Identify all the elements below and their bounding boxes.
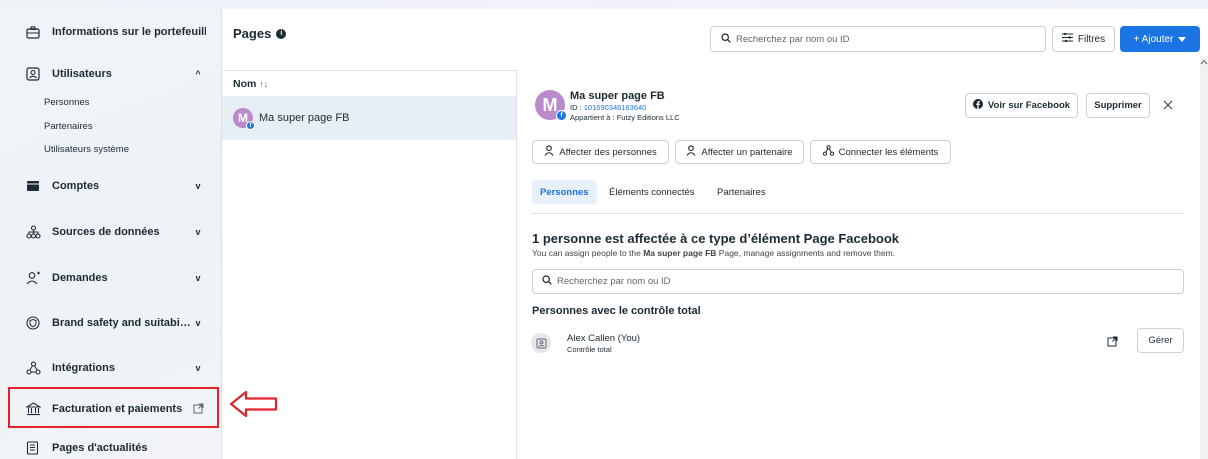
facebook-icon: f	[246, 121, 255, 130]
filter-icon	[1061, 32, 1073, 45]
shield-icon	[26, 315, 48, 331]
tabs-divider	[532, 213, 1184, 214]
sidebar-item-label: Demandes	[52, 272, 108, 284]
data-sources-icon	[26, 224, 48, 240]
person-icon	[686, 145, 696, 159]
column-header-name[interactable]: Nom ↑↓	[233, 78, 268, 90]
page-name: Ma super page FB	[259, 112, 350, 124]
sidebar-item-users[interactable]: Utilisateurs ^	[10, 60, 206, 88]
chevron-down-icon[interactable]: v	[190, 318, 206, 328]
sidebar-item-label: Sources de données	[52, 226, 160, 238]
search-icon	[721, 32, 731, 46]
sidebar-item-label: Intégrations	[52, 362, 115, 374]
sidebar-item-brand-safety[interactable]: Brand safety and suitabi… v	[10, 309, 206, 337]
integrations-icon	[26, 360, 48, 376]
assignment-heading: 1 personne est affectée à ce type d’élém…	[532, 231, 900, 246]
top-strip	[0, 0, 1208, 9]
folder-icon	[26, 178, 48, 194]
news-page-icon	[26, 440, 48, 456]
sidebar-item-label: Brand safety and suitabi…	[52, 317, 190, 329]
detail-page-name: Ma super page FB	[570, 90, 665, 102]
view-on-facebook-button[interactable]: Voir sur Facebook	[965, 93, 1078, 118]
sidebar-item-news-pages[interactable]: Pages d'actualités	[10, 434, 206, 459]
sidebar-item-label: Comptes	[52, 180, 100, 192]
sidebar-item-portfolio-info[interactable]: Informations sur le portefeuill…	[10, 18, 206, 46]
sidebar-item-data-sources[interactable]: Sources de données v	[10, 218, 206, 246]
person-role: Contrôle total	[567, 345, 612, 354]
users-icon	[26, 66, 48, 82]
assignment-subheading: You can assign people to the Ma super pa…	[532, 248, 896, 258]
delete-button[interactable]: Supprimer	[1086, 93, 1150, 118]
chevron-up-icon[interactable]: ^	[190, 69, 206, 79]
scroll-up-icon[interactable]	[1200, 59, 1208, 67]
page-id: ID : 101690346163640	[570, 103, 647, 112]
facebook-icon	[972, 99, 983, 112]
people-search-input[interactable]: Recherchez par nom ou ID	[532, 269, 1184, 294]
page-owner: Appartient à : Futzy Editions LLC	[570, 113, 680, 122]
person-icon	[544, 145, 554, 159]
chevron-down-icon[interactable]: v	[190, 273, 206, 283]
caret-down-icon	[1178, 34, 1187, 45]
requests-icon	[26, 270, 48, 286]
filters-button[interactable]: Filtres	[1052, 26, 1115, 52]
sidebar-item-label: Utilisateurs	[52, 68, 112, 80]
billing-highlight-box	[8, 387, 219, 428]
assign-people-button[interactable]: Affecter des personnes	[532, 140, 669, 164]
sidebar-item-requests[interactable]: Demandes v	[10, 264, 206, 292]
page-avatar: M f	[535, 90, 567, 121]
connect-icon	[822, 145, 834, 159]
assign-partner-button[interactable]: Affecter un partenaire	[675, 140, 804, 164]
sidebar-item-accounts[interactable]: Comptes v	[10, 172, 206, 200]
chevron-down-icon[interactable]: v	[190, 227, 206, 237]
full-control-heading: Personnes avec le contrôle total	[532, 305, 701, 317]
chevron-down-icon[interactable]: v	[190, 363, 206, 373]
tab-connected-assets[interactable]: Éléments connectés	[601, 180, 703, 204]
tab-partners[interactable]: Partenaires	[709, 180, 774, 204]
info-icon[interactable]: i	[276, 28, 287, 39]
sidebar-subitem-system-users[interactable]: Utilisateurs système	[44, 144, 129, 155]
facebook-icon: f	[556, 110, 567, 121]
sort-icon[interactable]: ↑↓	[259, 79, 268, 89]
sidebar-item-label: Informations sur le portefeuill…	[52, 26, 206, 38]
avatar: M f	[233, 108, 255, 130]
sidebar-subitem-partners[interactable]: Partenaires	[44, 121, 93, 132]
page-title: Pages i	[233, 26, 287, 41]
manage-button[interactable]: Gérer	[1137, 328, 1184, 353]
external-link-icon[interactable]	[1107, 336, 1118, 350]
sidebar-item-integrations[interactable]: Intégrations v	[10, 354, 206, 382]
connect-assets-button[interactable]: Connecter les éléments	[810, 140, 951, 164]
scrollbar[interactable]	[1200, 56, 1208, 459]
list-item[interactable]: M f Ma super page FB	[222, 96, 516, 140]
sidebar-subitem-people[interactable]: Personnes	[44, 97, 89, 108]
search-icon	[542, 275, 552, 288]
chevron-down-icon[interactable]: v	[190, 181, 206, 191]
user-avatar-icon	[531, 333, 551, 353]
close-icon[interactable]	[1163, 97, 1173, 113]
tab-people[interactable]: Personnes	[532, 180, 597, 204]
sidebar-item-label: Pages d'actualités	[52, 442, 148, 454]
detail-panel	[516, 70, 1200, 459]
search-input[interactable]: Recherchez par nom ou ID	[710, 26, 1046, 52]
person-name: Alex Callen (You)	[567, 333, 641, 344]
briefcase-info-icon	[26, 24, 48, 40]
pointer-arrow-icon	[229, 390, 278, 418]
add-button[interactable]: + Ajouter	[1120, 26, 1200, 52]
